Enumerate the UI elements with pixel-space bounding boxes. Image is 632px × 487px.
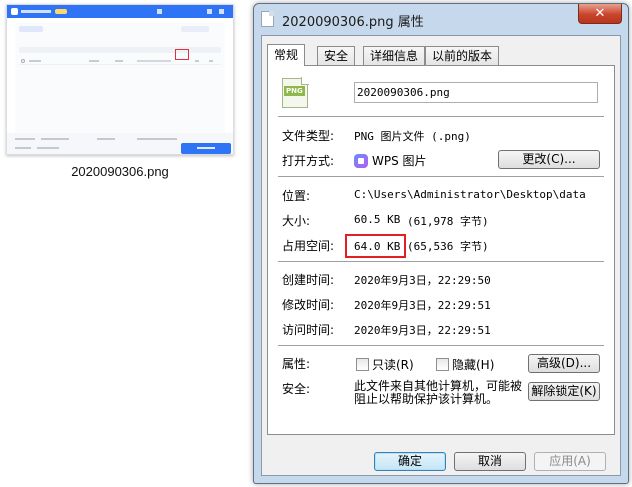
modified-value: 2020年9月3日，22:29:51	[354, 299, 491, 312]
file-name-field[interactable]: 2020090306.png	[354, 82, 598, 103]
divider	[278, 176, 604, 177]
change-button[interactable]: 更改(C)...	[498, 150, 600, 169]
divider	[278, 116, 604, 117]
app-logo-icon	[11, 8, 18, 15]
ok-button[interactable]: 确定	[374, 452, 446, 471]
unblock-button[interactable]: 解除锁定(K)	[528, 382, 600, 401]
png-file-icon: PNG	[282, 77, 309, 108]
hidden-checkbox[interactable]: 隐藏(H)	[436, 356, 494, 373]
file-caption[interactable]: 2020090306.png	[60, 164, 180, 179]
general-tab-panel: PNG 2020090306.png 文件类型: PNG 图片文件 (.png)…	[267, 65, 615, 435]
file-type-value: PNG 图片文件 (.png)	[354, 130, 471, 143]
modified-label: 修改时间:	[282, 298, 335, 312]
location-value: C:\Users\Administrator\Desktop\data	[354, 188, 586, 201]
checkbox-icon	[356, 358, 369, 371]
accessed-label: 访问时间:	[282, 323, 335, 337]
tab-previous-versions[interactable]: 以前的版本	[425, 46, 500, 65]
dialog-title: 2020090306.png 属性	[282, 15, 424, 30]
tab-details[interactable]: 详细信息	[363, 46, 426, 65]
size-label: 大小:	[282, 214, 311, 228]
divider	[278, 345, 604, 346]
attributes-label: 属性:	[282, 357, 311, 371]
created-label: 创建时间:	[282, 273, 335, 287]
disk-size-value: 64.0 KB (65,536 字节)	[354, 240, 489, 253]
thumbnail-app-titlebar	[7, 5, 233, 18]
file-type-label: 文件类型:	[282, 129, 335, 143]
dialog-titlebar[interactable]: 2020090306.png 属性 ✕	[254, 4, 628, 34]
security-label: 安全:	[282, 382, 311, 396]
wps-app-icon	[354, 154, 368, 168]
disk-size-label: 占用空间:	[282, 239, 335, 253]
opens-with-label: 打开方式:	[282, 154, 335, 168]
advanced-button[interactable]: 高级(D)...	[528, 354, 600, 373]
thumbnail-action-button	[181, 143, 231, 154]
dialog-client: 常规 安全 详细信息 以前的版本 PNG 2020090306.png 文件类型…	[261, 35, 621, 476]
divider	[278, 261, 604, 262]
thumbnail-file-row	[19, 57, 221, 65]
close-button[interactable]: ✕	[578, 4, 622, 24]
created-value: 2020年9月3日，22:29:50	[354, 274, 491, 287]
properties-dialog: 2020090306.png 属性 ✕ 常规 安全 详细信息 以前的版本 PNG…	[253, 3, 629, 484]
location-label: 位置:	[282, 189, 311, 203]
thumbnail-highlight-box	[175, 49, 189, 60]
cancel-button[interactable]: 取消	[454, 452, 526, 471]
tab-general[interactable]: 常规	[267, 44, 306, 66]
security-message: 此文件来自其他计算机，可能被阻止以帮助保护该计算机。	[354, 379, 523, 406]
apply-button[interactable]: 应用(A)	[534, 452, 606, 471]
size-bytes-value: (61,978 字节)	[407, 215, 489, 228]
readonly-checkbox[interactable]: 只读(R)	[356, 356, 414, 373]
tab-security[interactable]: 安全	[317, 46, 356, 65]
opens-with-value: WPS 图片	[354, 152, 427, 169]
file-thumbnail[interactable]	[6, 4, 234, 155]
size-value: 60.5 KB	[354, 213, 401, 226]
accessed-value: 2020年9月3日，22:29:51	[354, 324, 491, 337]
thumbnail-app-body	[15, 23, 225, 133]
checkbox-icon	[436, 358, 449, 371]
file-icon	[261, 11, 274, 27]
